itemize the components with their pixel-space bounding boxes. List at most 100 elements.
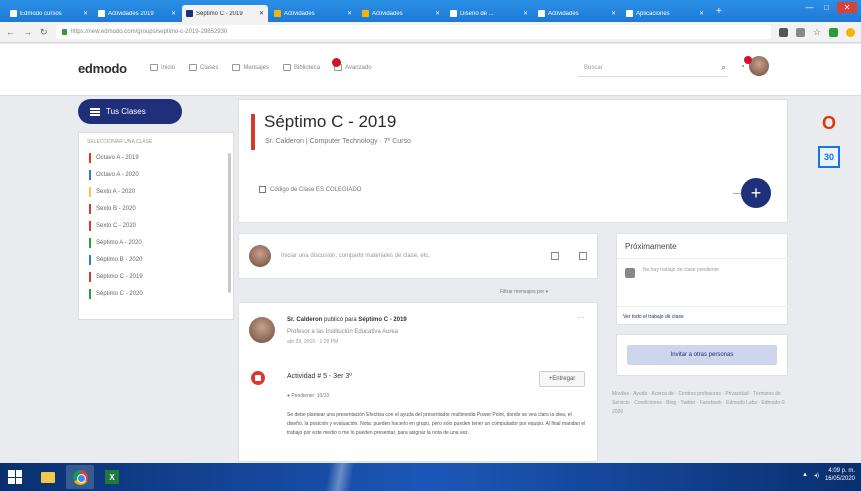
taskbar-explorer[interactable] (34, 465, 62, 489)
taskbar-excel[interactable]: X (98, 465, 126, 489)
post-composer[interactable]: Iniciar una discusión, compartir materia… (238, 233, 598, 279)
view-all-classwork-link[interactable]: Ver todo el trabajo de clase (617, 306, 789, 326)
star-icon[interactable]: ☆ (813, 27, 821, 38)
back-icon[interactable]: ← (6, 27, 15, 37)
search-input[interactable]: Buscar ⌕ (578, 59, 728, 77)
tab-close-icon[interactable]: ✕ (83, 10, 88, 17)
assignment-title[interactable]: Actividad # 5 - 3er 3º (287, 373, 352, 380)
edmodo-logo[interactable]: edmodo (78, 61, 127, 76)
favicon-icon (626, 10, 633, 17)
class-subtitle: Sr. Calderon | Computer Technology · 7º … (265, 138, 411, 145)
extension-icon[interactable] (795, 27, 805, 37)
notification-dot (744, 55, 752, 64)
code-icon (259, 186, 266, 193)
clock[interactable]: 4:09 p. m. 16/05/2020 (825, 467, 855, 483)
forward-icon[interactable]: → (23, 27, 32, 37)
add-button[interactable]: + (741, 178, 771, 208)
invite-button[interactable]: Invitar a otras personas (627, 345, 777, 365)
sidebar-class-item[interactable]: Séptimo C - 2020 (79, 285, 233, 302)
system-tray: ▲ ◂) 4:09 p. m. 16/05/2020 (802, 467, 855, 483)
tab-close-icon[interactable]: ✕ (171, 10, 176, 17)
sidebar-class-item[interactable]: Séptimo A - 2020 (79, 234, 233, 251)
your-classes-button[interactable]: Tus Clases (78, 99, 182, 124)
browser-tab[interactable]: Edmodo cursos ✕ (6, 5, 92, 22)
windows-icon (8, 470, 22, 484)
nav-library[interactable]: Biblioteca (283, 64, 320, 71)
post-more-icon[interactable]: ··· (577, 313, 585, 322)
favicon-icon (10, 10, 17, 17)
sidebar-class-item[interactable]: Octavo A - 2019 (79, 149, 233, 166)
search-icon[interactable]: ⌕ (721, 62, 726, 73)
class-color-marker (89, 271, 91, 282)
tab-label: Actividades (284, 10, 315, 17)
sidebar-class-item[interactable]: Sexto B - 2020 (79, 200, 233, 217)
sidebar-class-item[interactable]: Sexto A - 2020 (79, 183, 233, 200)
class-list-header: Seleccionar una clase (87, 139, 153, 145)
turn-in-button[interactable]: +Entregar (539, 371, 585, 387)
sidebar-class-label: Octavo A - 2020 (96, 171, 139, 178)
calendar-icon[interactable] (551, 252, 559, 260)
sidebar-class-label: Octavo A - 2019 (96, 154, 139, 161)
class-color-marker (89, 254, 91, 265)
browser-tab[interactable]: Aplicaciones ✕ (622, 5, 708, 22)
browser-tab[interactable]: Actividades ✕ (534, 5, 620, 22)
minimize-icon[interactable]: — (803, 2, 816, 13)
taskbar-chrome[interactable] (66, 465, 94, 489)
class-code[interactable]: Código de Clase ES COLEGIADO (259, 186, 361, 193)
tab-label: Diseño de ... (460, 10, 494, 17)
top-nav: Inicio Clases Mensajes Biblioteca Avanza… (150, 58, 372, 71)
classes-icon (189, 64, 198, 71)
footer-links[interactable]: Móviles · Ayuda · Acerca de · Centros pr… (612, 390, 792, 417)
class-list-scrollbar[interactable] (228, 153, 231, 293)
favicon-icon (450, 10, 457, 17)
office-icon[interactable]: O (818, 112, 840, 134)
browser-tab[interactable]: Actividades ✕ (270, 5, 356, 22)
attach-icon[interactable] (579, 252, 587, 260)
tab-close-icon[interactable]: ✕ (699, 10, 704, 17)
notification-badge (332, 58, 342, 67)
tab-close-icon[interactable]: ✕ (523, 10, 528, 17)
start-button[interactable] (0, 463, 30, 491)
menu-icon (90, 107, 100, 116)
network-icon[interactable]: ▲ (802, 472, 808, 478)
extension-icon[interactable] (829, 27, 838, 37)
excel-icon: X (105, 470, 119, 484)
browser-tab[interactable]: Séptimo C - 2019 ✕ (182, 5, 268, 22)
post-header: Sr. Calderon publicó para Séptimo C - 20… (287, 317, 407, 323)
class-color-marker (89, 220, 91, 231)
tab-close-icon[interactable]: ✕ (259, 10, 264, 17)
new-tab-button[interactable]: + (716, 6, 722, 17)
post-date: abr 29, 2019 · 1:29 PM (287, 339, 339, 345)
nav-classes[interactable]: Clases (189, 64, 218, 71)
sidebar-class-label: Séptimo C - 2020 (96, 290, 143, 297)
browser-tab[interactable]: Diseño de ... ✕ (446, 5, 532, 22)
sidebar-class-label: Séptimo A - 2020 (96, 239, 142, 246)
profile-icon[interactable] (846, 27, 855, 37)
filter-posts[interactable]: Filtrar mensajes por ▾ (500, 289, 548, 295)
close-window-icon[interactable]: ✕ (837, 2, 857, 13)
tab-close-icon[interactable]: ✕ (347, 10, 352, 17)
sidebar-class-item[interactable]: Séptimo C - 2019 (79, 268, 233, 285)
sidebar-class-item[interactable]: Séptimo B - 2020 (79, 251, 233, 268)
class-color-bar (251, 114, 255, 150)
bell-icon[interactable]: ◔ (740, 55, 752, 71)
browser-tab[interactable]: Actividades ✕ (358, 5, 444, 22)
tab-close-icon[interactable]: ✕ (611, 10, 616, 17)
browser-tab-strip: Edmodo cursos ✕ Actividades 2019 ✕ Séptimo C… (0, 0, 861, 22)
volume-icon[interactable]: ◂) (814, 472, 819, 479)
sidebar-class-item[interactable]: Sexto C - 2020 (79, 217, 233, 234)
nav-messages[interactable]: Mensajes (232, 64, 269, 71)
url-input[interactable]: https://new.edmodo.com/groups/septimo-c-… (55, 25, 771, 39)
taskbar-decoration (280, 463, 400, 491)
sidebar-class-item[interactable]: Octavo A - 2020 (79, 166, 233, 183)
window-controls: — □ ✕ (803, 2, 857, 13)
nav-home[interactable]: Inicio (150, 64, 175, 71)
class-color-marker (89, 237, 91, 248)
maximize-icon[interactable]: □ (820, 2, 833, 13)
reload-icon[interactable]: ↻ (40, 27, 48, 38)
nav-advanced[interactable]: Avanzado (332, 58, 372, 71)
browser-tab[interactable]: Actividades 2019 ✕ (94, 5, 180, 22)
calendar-app-icon[interactable]: 30 (818, 146, 840, 168)
tab-close-icon[interactable]: ✕ (435, 10, 440, 17)
extension-icon[interactable] (778, 27, 788, 37)
